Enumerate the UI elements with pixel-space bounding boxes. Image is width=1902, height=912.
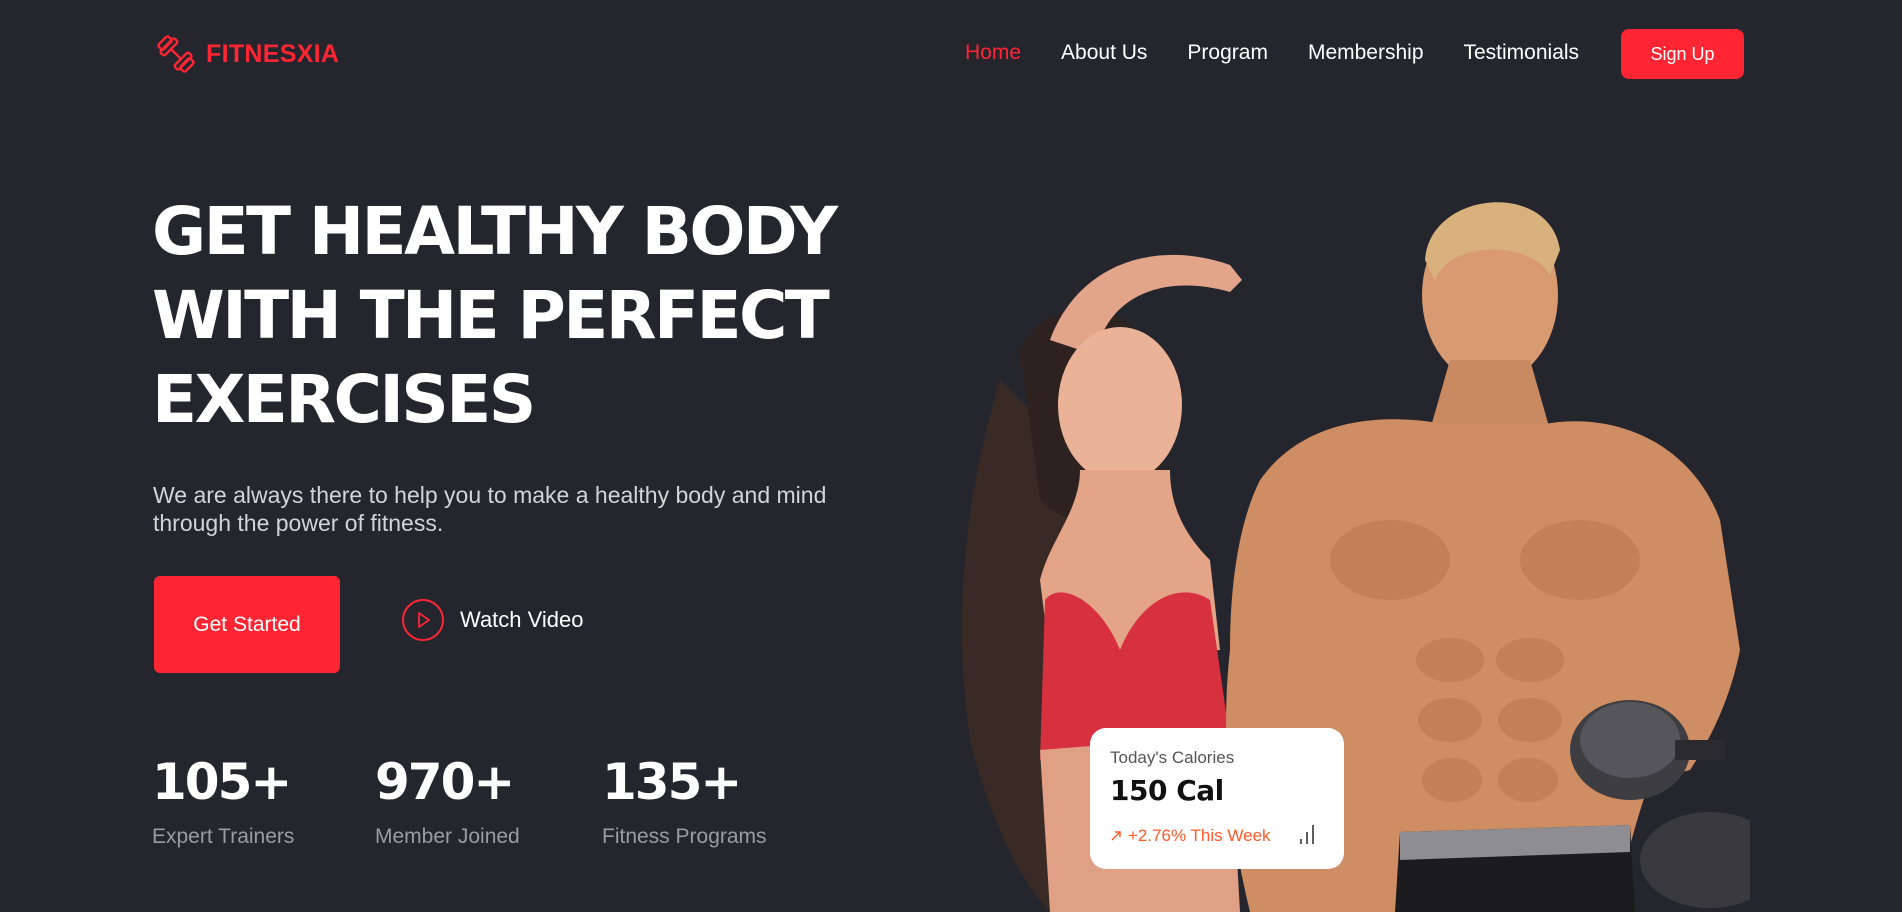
headline-line-3: EXERCISES	[152, 361, 536, 438]
dumbbell-icon	[157, 35, 195, 73]
stat-expert-trainers: 105+ Expert Trainers	[152, 752, 294, 849]
main-nav: Home About Us Program Membership Testimo…	[965, 41, 1579, 65]
watch-video-label: Watch Video	[460, 607, 584, 632]
nav-item-testimonials[interactable]: Testimonials	[1464, 41, 1580, 65]
nav-item-membership[interactable]: Membership	[1308, 41, 1424, 65]
calories-trend-text: +2.76% This Week	[1128, 826, 1271, 845]
stat-value: 970+	[375, 753, 515, 811]
headline-line-1: GET HEALTHY BODY	[152, 193, 838, 270]
trend-up-icon	[1111, 831, 1121, 841]
bar-chart-icon	[1300, 825, 1314, 844]
calories-value: 150 Cal	[1110, 774, 1224, 807]
stat-member-joined: 970+ Member Joined	[375, 752, 520, 849]
headline-line-2: WITH THE PERFECT	[152, 277, 830, 354]
stat-fitness-programs: 135+ Fitness Programs	[602, 752, 767, 849]
brand-logo[interactable]: FITNESXIA	[154, 32, 339, 76]
nav-item-about-us[interactable]: About Us	[1061, 41, 1147, 65]
hero-headline: GET HEALTHY BODY WITH THE PERFECT EXERCI…	[152, 190, 912, 442]
nav-item-program[interactable]: Program	[1187, 41, 1268, 65]
stat-value: 105+	[152, 753, 292, 811]
hero-subtext: We are always there to help you to make …	[153, 482, 827, 536]
get-started-button[interactable]: Get Started	[154, 576, 340, 673]
calories-card: Today's Calories 150 Cal +2.76% This Wee…	[1090, 728, 1344, 869]
stat-label: Fitness Programs	[602, 825, 767, 848]
play-icon	[402, 599, 444, 641]
stat-label: Member Joined	[375, 825, 520, 848]
nav-item-home[interactable]: Home	[965, 41, 1021, 65]
sign-up-button[interactable]: Sign Up	[1621, 29, 1744, 79]
calories-title: Today's Calories	[1110, 748, 1235, 767]
brand-name: FITNESXIA	[206, 39, 340, 68]
stat-value: 135+	[602, 753, 742, 811]
watch-video-button[interactable]: Watch Video	[402, 599, 584, 641]
stat-label: Expert Trainers	[152, 825, 295, 848]
calories-trend: +2.76% This Week	[1110, 826, 1271, 846]
